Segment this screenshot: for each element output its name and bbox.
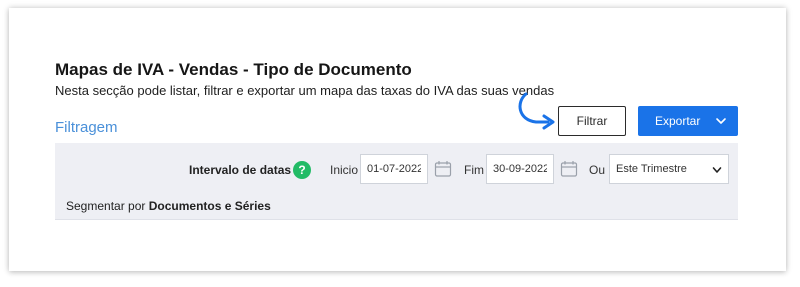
help-icon[interactable]: ? <box>293 161 311 179</box>
or-label: Ou <box>589 163 606 177</box>
filter-section-title: Filtragem <box>55 119 118 136</box>
page-title: Mapas de IVA - Vendas - Tipo de Document… <box>55 60 412 79</box>
date-range-label: Intervalo de datas <box>189 163 292 177</box>
chevron-down-icon[interactable] <box>715 115 727 127</box>
chevron-down-icon <box>712 167 722 173</box>
end-date-input[interactable] <box>486 154 554 184</box>
calendar-icon[interactable] <box>434 160 452 178</box>
content-card <box>9 8 786 271</box>
segment-value[interactable]: Documentos e Séries <box>149 199 271 213</box>
curved-arrow-icon <box>518 92 555 130</box>
filter-button[interactable]: Filtrar <box>558 106 626 136</box>
export-button-label: Exportar <box>655 114 701 128</box>
start-date-input[interactable] <box>360 154 428 184</box>
segment-prefix: Segmentar por <box>66 199 146 213</box>
page-subtitle: Nesta secção pode listar, filtrar e expo… <box>55 83 555 98</box>
calendar-icon[interactable] <box>560 160 578 178</box>
start-date-label: Inicio <box>330 163 359 177</box>
period-select[interactable]: Este Trimestre <box>609 154 729 184</box>
end-date-label: Fim <box>464 163 484 177</box>
segment-by-text: Segmentar por Documentos e Séries <box>66 199 271 213</box>
period-select-value: Este Trimestre <box>616 163 687 175</box>
export-button[interactable]: Exportar <box>638 106 738 136</box>
